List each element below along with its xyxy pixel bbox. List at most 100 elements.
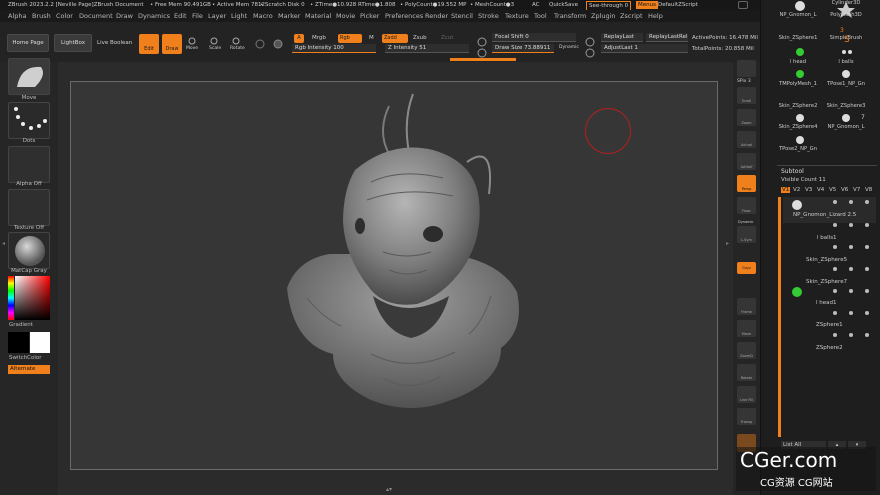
menu-stencil[interactable]: Stencil [451,10,473,22]
edit-button[interactable]: Edit [139,34,159,54]
document-canvas[interactable] [70,81,718,470]
brush-thumbnail[interactable] [8,58,50,95]
move-button[interactable]: Move [186,46,198,51]
lightbox-button[interactable]: LightBox [54,34,92,52]
bpr-button[interactable] [737,60,756,77]
version-tab-v2[interactable]: V2 [793,187,800,193]
frame-button[interactable]: Frame [737,298,756,315]
line-fill-button[interactable]: Line Fill [737,386,756,403]
texture-thumbnail[interactable] [8,189,50,226]
dynamic-button[interactable]: Dynamic [559,45,579,50]
version-tab-v8[interactable]: V8 [865,187,872,193]
brush-label: Move [21,95,37,101]
hue-strip[interactable] [8,276,14,320]
watermark-line2: CG资源 CG网站 [760,478,833,489]
rgb-button[interactable]: Rgb [338,34,362,43]
subtool-scrollbar[interactable] [778,197,781,437]
menu-stroke[interactable]: Stroke [478,10,499,22]
menu-alpha[interactable]: Alpha [8,10,26,22]
menu-zplugin[interactable]: Zplugin [591,10,616,22]
lsym-button[interactable]: L.Sym [737,226,756,243]
menus-button[interactable]: Menus [636,1,658,9]
color-picker[interactable] [8,276,50,320]
brush-mode-icons [255,39,283,49]
rgb-intensity-slider[interactable]: Rgb Intensity 100 [292,44,376,53]
transp-button[interactable]: Transp [737,408,756,425]
zcut-button[interactable]: Zcut [441,35,453,41]
zoom-button[interactable]: Zoom [737,109,756,126]
menu-file[interactable]: File [192,10,203,22]
aahalf-button[interactable]: AAHalf [737,153,756,170]
subtool-title[interactable]: Subtool [781,168,804,175]
spix-slider[interactable]: SPix 3 [737,79,751,84]
version-tab-v1[interactable]: V1 [781,187,791,193]
draw-button[interactable]: Draw [162,34,182,54]
left-shelf-expand-icon[interactable]: ◂ [2,240,5,247]
default-zscript-button[interactable]: DefaultZScript [658,0,698,10]
version-tab-v6[interactable]: V6 [841,187,848,193]
material-thumbnail[interactable] [8,232,50,269]
rotate-view-button[interactable]: Rotate [737,364,756,381]
scroll-button[interactable]: Scroll [737,87,756,104]
color-square[interactable] [15,276,50,320]
secondary-color-swatch[interactable] [8,332,29,353]
zoom3d-button[interactable]: ZoomD [737,342,756,359]
version-tab-v5[interactable]: V5 [829,187,836,193]
menu-material[interactable]: Material [305,10,331,22]
mrgb-button[interactable]: Mrgb [312,35,326,41]
rotate-button[interactable]: Rotate [230,46,245,51]
ac-button[interactable]: AC [532,0,540,10]
menu-light[interactable]: Light [231,10,247,22]
menu-edit[interactable]: Edit [174,10,187,22]
zsub-button[interactable]: Zsub [413,35,427,41]
menu-tool[interactable]: Tool [534,10,547,22]
transform-tool-icons [188,37,240,45]
stroke-thumbnail[interactable] [8,102,50,139]
subtool-visibility-icons [792,200,869,337]
draw-size-slider[interactable]: Draw Size 73.88911 [492,44,554,53]
version-tab-v3[interactable]: V3 [805,187,812,193]
menu-document[interactable]: Document [79,10,113,22]
replay-last-button[interactable]: ReplayLast [601,33,643,42]
menu-macro[interactable]: Macro [253,10,273,22]
menu-texture[interactable]: Texture [505,10,529,22]
zadd-button[interactable]: Zadd [382,34,408,43]
right-shelf-expand-icon[interactable]: ▸ [726,240,729,247]
alpha-thumbnail[interactable] [8,146,50,183]
menu-picker[interactable]: Picker [360,10,379,22]
menu-color[interactable]: Color [56,10,73,22]
menu-marker[interactable]: Marker [278,10,300,22]
alternate-button[interactable]: Alternate [8,365,50,374]
menu-transform[interactable]: Transform [554,10,586,22]
menu-dynamics[interactable]: Dynamics [138,10,170,22]
move-view-button[interactable]: Move [737,320,756,337]
window-icon[interactable] [738,1,748,9]
a-button[interactable]: A [294,34,304,43]
version-tab-v7[interactable]: V7 [853,187,860,193]
z-intensity-slider[interactable]: Z Intensity 51 [385,44,469,53]
menu-help[interactable]: Help [648,10,663,22]
menu-render[interactable]: Render [425,10,448,22]
version-tab-v4[interactable]: V4 [817,187,824,193]
menu-layer[interactable]: Layer [208,10,226,22]
focal-shift-slider[interactable]: Focal Shift 0 [492,33,576,42]
primary-color-swatch[interactable] [30,332,50,353]
home-page-button[interactable]: Home Page [7,34,49,52]
persp-button[interactable]: Persp [737,175,756,192]
quicksave-button[interactable]: QuickSave [549,0,578,10]
live-boolean-button[interactable]: Live Boolean [97,40,132,46]
menu-zscript[interactable]: Zscript [620,10,643,22]
menu-draw[interactable]: Draw [116,10,133,22]
canvas-bottom-arrows-icon[interactable]: ▴▾ [386,486,392,493]
adjust-last-slider[interactable]: AdjustLast 1 [601,44,688,53]
replay-last-rel-button[interactable]: ReplayLastRel [646,33,688,42]
gxyz-button[interactable]: Gxyz [737,262,756,274]
menu-movie[interactable]: Movie [336,10,355,22]
menu-preferences[interactable]: Preferences [385,10,423,22]
actual-button[interactable]: Actual [737,131,756,148]
menu-brush[interactable]: Brush [32,10,51,22]
meshcount: • MeshCount●3 [470,2,515,8]
floor-button[interactable]: Floor [737,197,756,214]
m-button[interactable]: M [369,35,374,41]
scale-button[interactable]: Scale [209,46,221,51]
